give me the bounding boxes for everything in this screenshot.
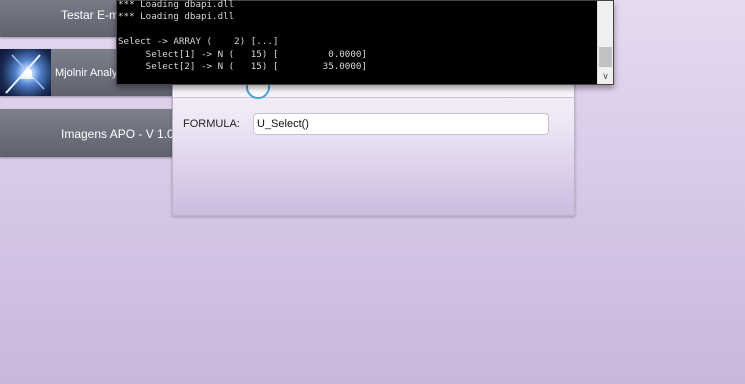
- chevron-down-icon[interactable]: ∨: [598, 70, 613, 82]
- mjolnir-thumbnail-image: [0, 49, 51, 96]
- console-line: Select[2] -> N ( 15) [ 35.0000]: [118, 61, 367, 73]
- formula-label: FORMULA:: [183, 118, 240, 130]
- console-line: Select[1] -> N ( 15) [ 0.0000]: [118, 48, 367, 60]
- console-window: *** Loading dbapi.dll *** Loading dbapi.…: [116, 0, 614, 85]
- formula-dialog: FORMULA: U_Select(): [172, 72, 575, 216]
- console-line: *** Loading dbapi.dll: [118, 0, 235, 10]
- console-line: *** Loading dbapi.dll: [118, 11, 235, 23]
- launcher-button-label: Mjolnir Analy:: [55, 67, 121, 79]
- console-output: *** Loading dbapi.dll *** Loading dbapi.…: [118, 0, 367, 73]
- scrollbar-thumb[interactable]: [599, 47, 612, 67]
- launcher-button-label: Imagens APO - V 1.00: [61, 127, 181, 141]
- console-scrollbar[interactable]: ∨: [597, 1, 613, 84]
- formula-input[interactable]: U_Select(): [253, 113, 549, 135]
- launcher-button-imagens-apo[interactable]: Imagens APO - V 1.00: [0, 109, 180, 157]
- console-line: Select -> ARRAY ( 2) [...]: [118, 36, 279, 48]
